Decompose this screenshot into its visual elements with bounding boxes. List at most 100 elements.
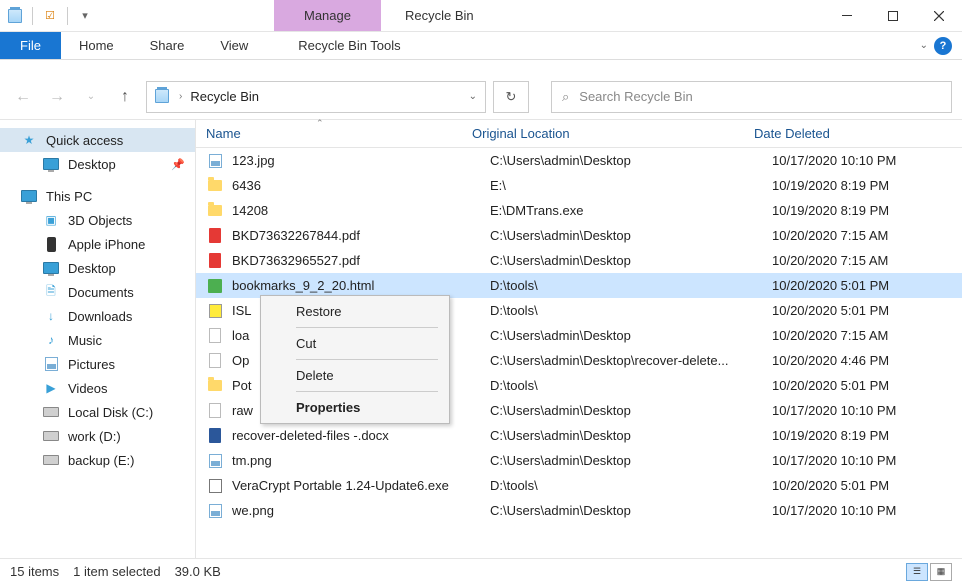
separator: [32, 7, 33, 25]
view-tab[interactable]: View: [202, 32, 266, 59]
recycle-bin-icon: [155, 89, 171, 105]
cell-location: C:\Users\admin\Desktop: [490, 153, 772, 168]
table-row[interactable]: BKD73632965527.pdfC:\Users\admin\Desktop…: [196, 248, 962, 273]
cell-location: E:\DMTrans.exe: [490, 203, 772, 218]
status-size: 39.0 KB: [175, 564, 221, 579]
sidebar-item-desktop2[interactable]: Desktop: [0, 256, 195, 280]
qat-dropdown-icon[interactable]: ▾: [76, 7, 94, 25]
cell-location: D:\tools\: [490, 478, 772, 493]
table-row[interactable]: tm.pngC:\Users\admin\Desktop10/17/2020 1…: [196, 448, 962, 473]
file-type-icon: [206, 152, 224, 170]
pin-icon: 📌: [171, 158, 185, 171]
cell-date: 10/17/2020 10:10 PM: [772, 153, 962, 168]
status-bar: 15 items 1 item selected 39.0 KB ☰ ▦: [0, 558, 962, 584]
sidebar-item-this-pc[interactable]: This PC: [0, 184, 195, 208]
maximize-button[interactable]: [870, 0, 916, 32]
ctx-cut[interactable]: Cut: [264, 331, 446, 356]
close-button[interactable]: [916, 0, 962, 32]
file-type-icon: [206, 252, 224, 270]
table-row[interactable]: BKD73632267844.pdfC:\Users\admin\Desktop…: [196, 223, 962, 248]
table-row[interactable]: 14208E:\DMTrans.exe10/19/2020 8:19 PM: [196, 198, 962, 223]
sidebar-item-desktop[interactable]: Desktop 📌: [0, 152, 195, 176]
search-icon: ⌕: [562, 89, 569, 105]
sidebar-label: Desktop: [68, 261, 116, 276]
sidebar-item-drive-e[interactable]: backup (E:): [0, 448, 195, 472]
sidebar-item-drive-c[interactable]: Local Disk (C:): [0, 400, 195, 424]
icons-view-toggle[interactable]: ▦: [930, 563, 952, 581]
cell-name: BKD73632965527.pdf: [232, 253, 490, 268]
sidebar-item-music[interactable]: ♪Music: [0, 328, 195, 352]
minimize-button[interactable]: [824, 0, 870, 32]
address-bar[interactable]: › Recycle Bin ⌄: [146, 81, 486, 113]
details-view-toggle[interactable]: ☰: [906, 563, 928, 581]
sidebar-item-videos[interactable]: ▶Videos: [0, 376, 195, 400]
drive-icon: [42, 403, 60, 421]
home-tab[interactable]: Home: [61, 32, 132, 59]
sidebar-item-iphone[interactable]: Apple iPhone: [0, 232, 195, 256]
cell-location: D:\tools\: [490, 278, 772, 293]
sidebar-item-3d-objects[interactable]: ▣3D Objects: [0, 208, 195, 232]
breadcrumb-chevron-icon[interactable]: ›: [179, 91, 182, 102]
music-icon: ♪: [42, 331, 60, 349]
table-row[interactable]: recover-deleted-files -.docxC:\Users\adm…: [196, 423, 962, 448]
context-menu: Restore Cut Delete Properties: [260, 295, 450, 424]
pc-icon: [20, 187, 38, 205]
recycle-bin-icon[interactable]: [6, 7, 24, 25]
cell-name: tm.png: [232, 453, 490, 468]
column-header-date[interactable]: Date Deleted: [754, 126, 962, 141]
sidebar-item-documents[interactable]: 🗎Documents: [0, 280, 195, 304]
sidebar-label: Downloads: [68, 309, 132, 324]
main-area: ★ Quick access Desktop 📌 This PC ▣3D Obj…: [0, 120, 962, 558]
ctx-delete[interactable]: Delete: [264, 363, 446, 388]
navigation-pane[interactable]: ★ Quick access Desktop 📌 This PC ▣3D Obj…: [0, 120, 196, 558]
separator: [296, 327, 438, 328]
back-button[interactable]: ←: [10, 84, 36, 110]
cell-date: 10/20/2020 5:01 PM: [772, 378, 962, 393]
cell-name: 6436: [232, 178, 490, 193]
sidebar-item-downloads[interactable]: ↓Downloads: [0, 304, 195, 328]
cell-location: D:\tools\: [490, 378, 772, 393]
navigation-bar: ← → ⌄ ↑ › Recycle Bin ⌄ ↻ ⌕: [0, 74, 962, 120]
sidebar-item-quick-access[interactable]: ★ Quick access: [0, 128, 195, 152]
cell-location: C:\Users\admin\Desktop: [490, 428, 772, 443]
window-title: Recycle Bin: [381, 0, 474, 31]
cell-date: 10/19/2020 8:19 PM: [772, 203, 962, 218]
help-icon[interactable]: ?: [934, 37, 952, 55]
table-row[interactable]: we.pngC:\Users\admin\Desktop10/17/2020 1…: [196, 498, 962, 523]
up-button[interactable]: ↑: [112, 84, 138, 110]
expand-ribbon-icon[interactable]: ⌄: [920, 40, 928, 51]
file-type-icon: [206, 352, 224, 370]
table-row[interactable]: 6436E:\10/19/2020 8:19 PM: [196, 173, 962, 198]
ctx-properties[interactable]: Properties: [264, 395, 446, 420]
table-row[interactable]: VeraCrypt Portable 1.24-Update6.exeD:\to…: [196, 473, 962, 498]
recent-dropdown-icon[interactable]: ⌄: [78, 84, 104, 110]
address-dropdown-icon[interactable]: ⌄: [469, 91, 477, 102]
refresh-button[interactable]: ↻: [493, 81, 529, 113]
file-type-icon: [206, 452, 224, 470]
cell-name: 14208: [232, 203, 490, 218]
table-row[interactable]: 123.jpgC:\Users\admin\Desktop10/17/2020 …: [196, 148, 962, 173]
share-tab[interactable]: Share: [132, 32, 203, 59]
search-input[interactable]: [579, 89, 941, 104]
desktop-icon: [42, 155, 60, 173]
properties-qat-icon[interactable]: ☑: [41, 7, 59, 25]
search-box[interactable]: ⌕: [551, 81, 952, 113]
contextual-tab-header[interactable]: Manage: [274, 0, 381, 31]
forward-button[interactable]: →: [44, 84, 70, 110]
sidebar-item-pictures[interactable]: Pictures: [0, 352, 195, 376]
cell-date: 10/20/2020 7:15 AM: [772, 328, 962, 343]
recycle-bin-tools-tab[interactable]: Recycle Bin Tools: [268, 32, 430, 59]
column-header-name[interactable]: Name: [206, 126, 472, 141]
pictures-icon: [42, 355, 60, 373]
sidebar-label: Local Disk (C:): [68, 405, 153, 420]
ctx-restore[interactable]: Restore: [264, 299, 446, 324]
column-header-location[interactable]: Original Location: [472, 126, 754, 141]
cell-name: bookmarks_9_2_20.html: [232, 278, 490, 293]
status-item-count: 15 items: [10, 564, 59, 579]
file-tab[interactable]: File: [0, 32, 61, 59]
cell-date: 10/19/2020 8:19 PM: [772, 428, 962, 443]
view-toggles: ☰ ▦: [906, 563, 952, 581]
cell-location: C:\Users\admin\Desktop: [490, 328, 772, 343]
sidebar-item-drive-d[interactable]: work (D:): [0, 424, 195, 448]
breadcrumb-item[interactable]: Recycle Bin: [190, 89, 460, 104]
